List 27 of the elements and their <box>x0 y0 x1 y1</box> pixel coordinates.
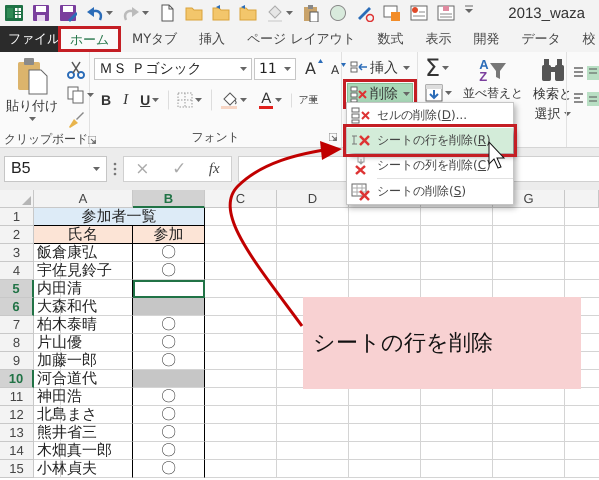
callout-text: シートの行を削除 <box>312 330 493 358</box>
table-cell: 〇 <box>133 262 205 280</box>
table-cell: 〇 <box>133 442 205 460</box>
table-cell: 〇 <box>133 460 205 478</box>
group-label: クリップボード <box>4 131 88 148</box>
table-cell: 片山優 <box>34 334 133 352</box>
table-cell: 熊井省三 <box>34 424 133 442</box>
table-cell: 北島まさ <box>34 406 133 424</box>
table-cell: 柏木泰晴 <box>34 316 133 334</box>
table-cell: 神田浩 <box>34 388 133 406</box>
table-cell: 加藤一郎 <box>34 352 133 370</box>
table-cell: 〇 <box>133 388 205 406</box>
table-cell: 〇 <box>133 316 205 334</box>
group-label: フォント <box>192 128 240 146</box>
table-cell: 〇 <box>133 334 205 352</box>
document-title: 2013_waza <box>508 4 586 22</box>
table-title: 参加者一覧 <box>34 208 205 226</box>
table-cell: 小林貞夫 <box>34 460 133 478</box>
table-cell: 〇 <box>133 244 205 262</box>
column-heading-cell: 氏名 <box>34 226 133 244</box>
table-cell: 内田清 <box>34 280 133 298</box>
table-cell: 宇佐見鈴子 <box>34 262 133 280</box>
table-cell: 〇 <box>133 406 205 424</box>
table-cell: 〇 <box>133 424 205 442</box>
table-cell: 木畑真一郎 <box>34 442 133 460</box>
column-heading-cell: 参加 <box>133 226 205 244</box>
table-cell: 飯倉康弘 <box>34 244 133 262</box>
